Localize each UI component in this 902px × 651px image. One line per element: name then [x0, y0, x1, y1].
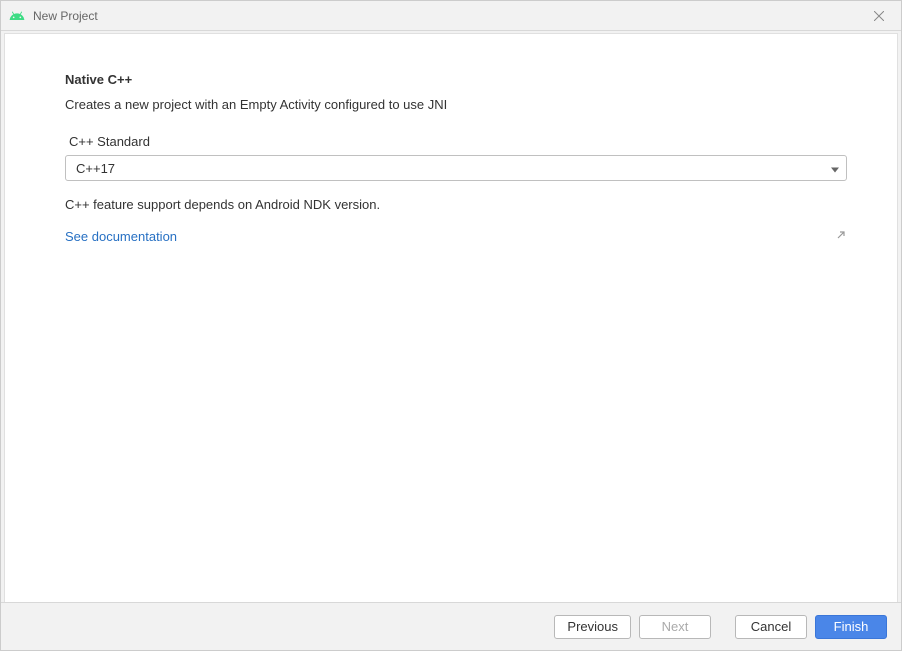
- external-link-icon[interactable]: [835, 228, 847, 244]
- android-icon: [9, 8, 25, 24]
- titlebar: New Project: [1, 1, 901, 31]
- previous-button[interactable]: Previous: [554, 615, 631, 639]
- footer: Previous Next Cancel Finish: [1, 602, 901, 650]
- cancel-button[interactable]: Cancel: [735, 615, 807, 639]
- documentation-row: See documentation: [65, 228, 847, 244]
- dialog-window: New Project Native C++ Creates a new pro…: [0, 0, 902, 651]
- next-button: Next: [639, 615, 711, 639]
- cpp-standard-value: C++17: [65, 155, 847, 181]
- documentation-link[interactable]: See documentation: [65, 229, 177, 244]
- window-title: New Project: [33, 9, 865, 23]
- content-area: Native C++ Creates a new project with an…: [4, 33, 898, 602]
- page-title: Native C++: [65, 72, 847, 87]
- finish-button[interactable]: Finish: [815, 615, 887, 639]
- cpp-standard-row: C++ Standard C++17: [65, 134, 847, 181]
- cpp-standard-select[interactable]: C++17: [65, 155, 847, 181]
- close-icon: [874, 11, 884, 21]
- cpp-standard-label: C++ Standard: [69, 134, 847, 149]
- page-description: Creates a new project with an Empty Acti…: [65, 97, 847, 112]
- close-button[interactable]: [865, 2, 893, 30]
- info-text: C++ feature support depends on Android N…: [65, 197, 847, 212]
